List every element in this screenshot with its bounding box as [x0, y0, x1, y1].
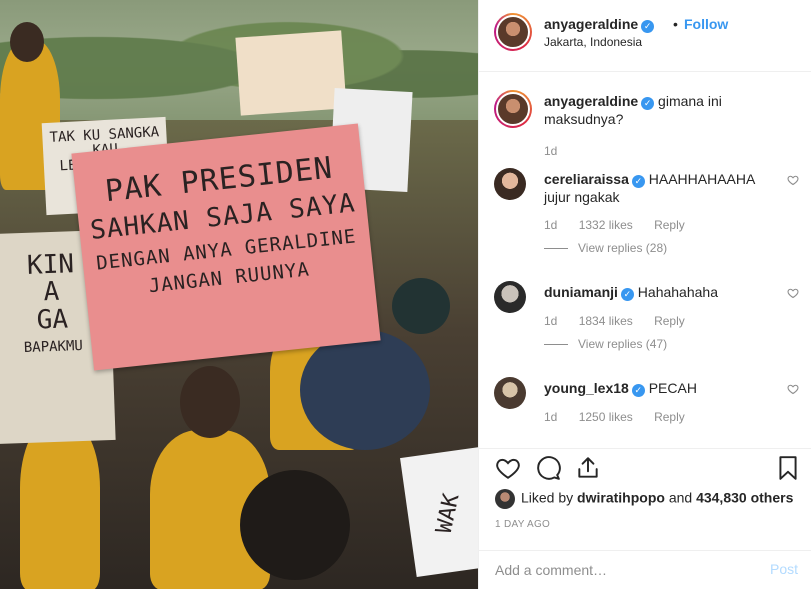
share-icon[interactable] [575, 455, 601, 481]
caption-time[interactable]: 1d [544, 144, 557, 158]
comment-like-heart-icon[interactable] [787, 174, 799, 186]
avatar [496, 92, 530, 126]
verified-badge-icon: ✓ [620, 288, 634, 301]
avatar [496, 15, 530, 49]
protester-figure-blue [300, 330, 430, 450]
verified-badge-icon: ✓ [631, 175, 645, 188]
reply-button[interactable]: Reply [654, 314, 685, 328]
view-replies-button[interactable]: View replies (28) [544, 241, 667, 255]
caption-username[interactable]: anyageraldine [544, 93, 638, 109]
view-replies-button[interactable]: View replies (47) [544, 337, 667, 351]
comment-meta: 1d 1332 likes Reply [544, 218, 703, 232]
protester-figure [20, 420, 100, 589]
caption-meta: 1d [544, 144, 575, 158]
comments-list[interactable]: anyageraldine ✓ gimana ini maksudnya? 1d … [479, 72, 811, 448]
comment-body: cereliaraissa ✓ HAAHHAHAAHA jujur ngakak [544, 170, 774, 206]
follow-button[interactable]: Follow [684, 16, 728, 32]
avatar[interactable] [494, 377, 526, 409]
comment-meta: 1d 1250 likes Reply [544, 410, 703, 424]
header-username[interactable]: anyageraldine ✓ [544, 16, 655, 33]
likes-others-link[interactable]: 434,830 others [696, 490, 793, 506]
protester-head [10, 22, 44, 62]
instagram-post: TAK KU SANGKA KAU LEBIH SADIS KIN A GA B… [0, 0, 811, 589]
comment-body: duniamanji ✓ Hahahahaha [544, 283, 774, 301]
comment-bubble-icon[interactable] [535, 455, 561, 481]
comment-body: young_lex18 ✓ PECAH [544, 379, 774, 397]
liker-avatar[interactable] [495, 489, 515, 509]
save-bookmark-icon[interactable] [775, 455, 801, 481]
location-link[interactable]: Jakarta, Indonesia [544, 35, 642, 49]
verified-badge-icon: ✓ [641, 97, 655, 110]
avatar-story-ring[interactable] [494, 90, 532, 128]
protester-head [180, 366, 240, 438]
avatar[interactable] [494, 168, 526, 200]
comment-time[interactable]: 1d [544, 410, 557, 424]
avatar[interactable] [494, 281, 526, 313]
post-actions: Liked by dwiratihpopo and 434,830 others… [479, 448, 811, 550]
comment-time[interactable]: 1d [544, 314, 557, 328]
caption-body: anyageraldine ✓ gimana ini maksudnya? [544, 92, 774, 128]
username-text[interactable]: anyageraldine [544, 16, 638, 32]
separator-dot: • [673, 16, 678, 32]
post-side-panel: anyageraldine ✓ • Follow Jakarta, Indones… [478, 0, 811, 589]
post-photo[interactable]: TAK KU SANGKA KAU LEBIH SADIS KIN A GA B… [0, 0, 478, 589]
replies-line [544, 248, 568, 250]
liker-username[interactable]: dwiratihpopo [577, 490, 665, 506]
sign-text: WAK [431, 491, 465, 536]
comment-like-heart-icon[interactable] [787, 287, 799, 299]
avatar-story-ring[interactable] [494, 13, 532, 51]
view-replies-text[interactable]: View replies (47) [578, 337, 667, 351]
comment-likes[interactable]: 1332 likes [579, 218, 633, 232]
comment-meta: 1d 1834 likes Reply [544, 314, 703, 328]
comment-username[interactable]: cereliaraissa [544, 171, 629, 187]
likes-summary: Liked by dwiratihpopo and 434,830 others [495, 489, 793, 509]
comment-text: Hahahahaha [637, 284, 718, 300]
protester-head [392, 278, 450, 334]
likes-prefix: Liked by [521, 489, 574, 506]
verified-badge-icon: ✓ [631, 384, 645, 397]
protest-sign-main: PAK PRESIDEN SAHKAN SAJA SAYA DENGAN ANY… [71, 123, 381, 371]
comment-like-heart-icon[interactable] [787, 383, 799, 395]
comment-likes[interactable]: 1834 likes [579, 314, 633, 328]
like-heart-icon[interactable] [495, 455, 521, 481]
comment-username[interactable]: duniamanji [544, 284, 618, 300]
post-timestamp[interactable]: 1 DAY AGO [495, 519, 550, 530]
reply-button[interactable]: Reply [654, 410, 685, 424]
reply-button[interactable]: Reply [654, 218, 685, 232]
comment-username[interactable]: young_lex18 [544, 380, 629, 396]
verified-badge-icon: ✓ [641, 20, 655, 33]
add-comment-bar: Post [479, 550, 811, 589]
comment-time[interactable]: 1d [544, 218, 557, 232]
comment-input[interactable] [495, 559, 755, 581]
comment-likes[interactable]: 1250 likes [579, 410, 633, 424]
protest-sign-top [235, 30, 347, 116]
post-comment-button[interactable]: Post [770, 561, 798, 577]
post-header: anyageraldine ✓ • Follow Jakarta, Indones… [479, 0, 811, 72]
replies-line [544, 344, 568, 346]
likes-and: and [668, 489, 693, 506]
view-replies-text[interactable]: View replies (28) [578, 241, 667, 255]
protester-head [240, 470, 350, 580]
comment-text: PECAH [648, 380, 697, 396]
